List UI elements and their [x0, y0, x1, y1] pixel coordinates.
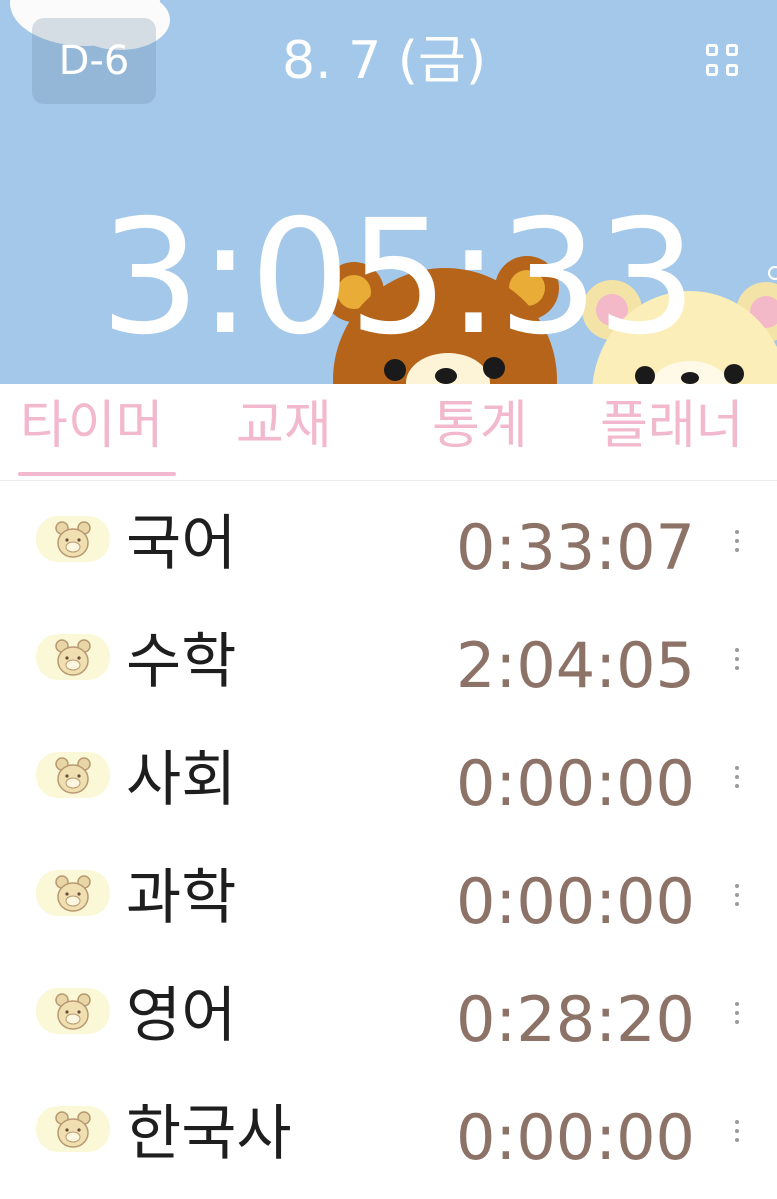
tab-timer[interactable]: 타이머 — [20, 394, 164, 458]
more-options-icon[interactable] — [732, 648, 742, 672]
tab-statistics[interactable]: 통계 — [432, 394, 528, 458]
timer-info-icon[interactable] — [768, 266, 777, 280]
bear-icon[interactable] — [36, 634, 110, 680]
subject-row-science[interactable]: 과학 0:00:00 — [0, 838, 777, 956]
subject-time: 0:00:00 — [455, 865, 695, 938]
subject-name: 한국사 — [126, 1099, 292, 1169]
tab-textbooks[interactable]: 교재 — [236, 394, 332, 458]
subject-time: 2:04:05 — [455, 629, 695, 702]
subject-time: 0:00:00 — [455, 1101, 695, 1174]
subject-row-korean[interactable]: 국어 0:33:07 — [0, 484, 777, 602]
total-timer: 3:05:33 — [100, 186, 697, 370]
more-options-icon[interactable] — [732, 1002, 742, 1026]
more-options-icon[interactable] — [732, 1120, 742, 1144]
subject-time: 0:33:07 — [455, 511, 695, 584]
subject-name: 과학 — [126, 863, 237, 933]
subject-name: 영어 — [126, 981, 237, 1051]
header-banner: D-6 8. 7 (금) 3:05:33 — [0, 0, 777, 384]
subject-time: 0:28:20 — [455, 983, 695, 1056]
tab-bar: 타이머 교재 통계 플래너 — [0, 384, 777, 481]
subject-time: 0:00:00 — [455, 747, 695, 820]
subject-row-math[interactable]: 수학 2:04:05 — [0, 602, 777, 720]
bear-icon[interactable] — [36, 870, 110, 916]
bear-icon[interactable] — [36, 1106, 110, 1152]
subject-name: 사회 — [126, 745, 237, 815]
grid-icon[interactable] — [706, 44, 742, 80]
bear-icon[interactable] — [36, 516, 110, 562]
tab-planner[interactable]: 플래너 — [600, 394, 744, 458]
more-options-icon[interactable] — [732, 766, 742, 790]
subject-row-social[interactable]: 사회 0:00:00 — [0, 720, 777, 838]
subject-name: 국어 — [126, 509, 237, 579]
bear-icon[interactable] — [36, 988, 110, 1034]
subject-name: 수학 — [126, 627, 237, 697]
subject-row-korean-history[interactable]: 한국사 0:00:00 — [0, 1074, 777, 1192]
more-options-icon[interactable] — [732, 884, 742, 908]
dday-badge[interactable]: D-6 — [32, 18, 156, 104]
active-tab-indicator — [18, 472, 176, 476]
more-options-icon[interactable] — [732, 530, 742, 554]
subject-row-english[interactable]: 영어 0:28:20 — [0, 956, 777, 1074]
bear-icon[interactable] — [36, 752, 110, 798]
date-label: 8. 7 (금) — [282, 31, 487, 91]
